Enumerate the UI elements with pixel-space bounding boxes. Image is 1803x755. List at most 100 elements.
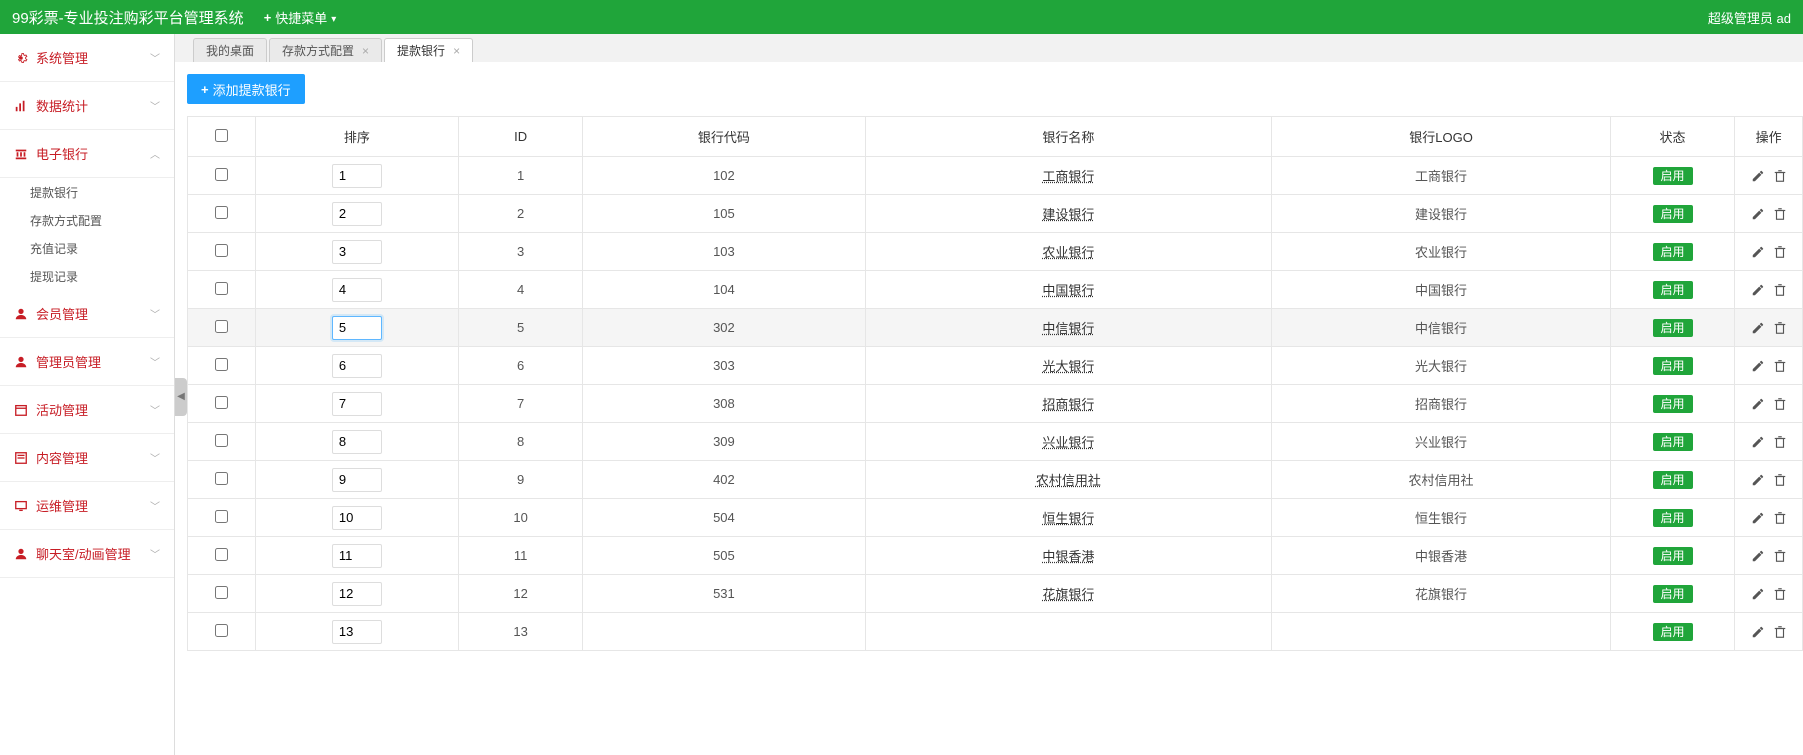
- delete-icon[interactable]: [1773, 321, 1787, 335]
- bank-name-link[interactable]: 中银香港: [1042, 549, 1094, 564]
- bank-name-link[interactable]: 花旗银行: [1042, 587, 1094, 602]
- sort-input[interactable]: [332, 316, 382, 340]
- bank-name-link[interactable]: 中国银行: [1042, 283, 1094, 298]
- cell-id: 5: [459, 309, 583, 347]
- sidebar-group-calendar[interactable]: 活动管理﹀: [0, 386, 174, 434]
- close-icon[interactable]: ×: [362, 44, 369, 58]
- delete-icon[interactable]: [1773, 549, 1787, 563]
- sort-input[interactable]: [332, 354, 382, 378]
- delete-icon[interactable]: [1773, 397, 1787, 411]
- sort-input[interactable]: [332, 430, 382, 454]
- delete-icon[interactable]: [1773, 169, 1787, 183]
- row-checkbox[interactable]: [215, 320, 228, 333]
- add-bank-button[interactable]: 添加提款银行: [187, 74, 305, 104]
- delete-icon[interactable]: [1773, 435, 1787, 449]
- edit-icon[interactable]: [1751, 283, 1765, 297]
- tab-label: 存款方式配置: [282, 42, 354, 59]
- sidebar-group-content[interactable]: 内容管理﹀: [0, 434, 174, 482]
- delete-icon[interactable]: [1773, 587, 1787, 601]
- edit-icon[interactable]: [1751, 207, 1765, 221]
- sidebar-sub-item[interactable]: 提现记录: [0, 262, 174, 290]
- admin-icon: [14, 355, 28, 369]
- row-checkbox[interactable]: [215, 282, 228, 295]
- sort-input[interactable]: [332, 278, 382, 302]
- tab[interactable]: 存款方式配置 ×: [269, 38, 382, 62]
- user-info[interactable]: 超级管理员 ad: [1708, 8, 1791, 27]
- sort-input[interactable]: [332, 202, 382, 226]
- sidebar-group-bank[interactable]: 电子银行︿: [0, 130, 174, 178]
- sort-input[interactable]: [332, 506, 382, 530]
- row-checkbox[interactable]: [215, 396, 228, 409]
- sidebar-group-chart[interactable]: 数据统计﹀: [0, 82, 174, 130]
- status-badge: 启用: [1653, 623, 1693, 641]
- sidebar: 系统管理﹀数据统计﹀电子银行︿提款银行存款方式配置充值记录提现记录会员管理﹀管理…: [0, 34, 175, 755]
- edit-icon[interactable]: [1751, 473, 1765, 487]
- bank-name-link[interactable]: 工商银行: [1042, 169, 1094, 184]
- sidebar-group-admin[interactable]: 管理员管理﹀: [0, 338, 174, 386]
- bank-name-link[interactable]: 农业银行: [1042, 245, 1094, 260]
- bank-name-link[interactable]: 中信银行: [1042, 321, 1094, 336]
- sort-input[interactable]: [332, 392, 382, 416]
- row-checkbox[interactable]: [215, 624, 228, 637]
- cell-logo: 中信银行: [1272, 309, 1611, 347]
- row-checkbox[interactable]: [215, 586, 228, 599]
- row-checkbox[interactable]: [215, 244, 228, 257]
- delete-icon[interactable]: [1773, 359, 1787, 373]
- sidebar-group-ops[interactable]: 运维管理﹀: [0, 482, 174, 530]
- select-all-checkbox[interactable]: [215, 129, 228, 142]
- sidebar-collapse-handle[interactable]: ◀: [175, 378, 187, 416]
- sort-input[interactable]: [332, 582, 382, 606]
- delete-icon[interactable]: [1773, 473, 1787, 487]
- table-header: 银行LOGO: [1272, 117, 1611, 157]
- edit-icon[interactable]: [1751, 549, 1765, 563]
- tab[interactable]: 提款银行×: [384, 38, 473, 62]
- edit-icon[interactable]: [1751, 397, 1765, 411]
- sidebar-sub-item[interactable]: 提款银行: [0, 178, 174, 206]
- row-checkbox[interactable]: [215, 472, 228, 485]
- status-badge: 启用: [1653, 319, 1693, 337]
- delete-icon[interactable]: [1773, 625, 1787, 639]
- bank-name-link[interactable]: 农村信用社: [1036, 473, 1101, 488]
- row-checkbox[interactable]: [215, 168, 228, 181]
- delete-icon[interactable]: [1773, 207, 1787, 221]
- content-panel: 添加提款银行 排序ID银行代码银行名称银行LOGO状态操作 1 102 工商银行…: [175, 62, 1803, 755]
- row-checkbox[interactable]: [215, 510, 228, 523]
- edit-icon[interactable]: [1751, 435, 1765, 449]
- row-checkbox[interactable]: [215, 206, 228, 219]
- delete-icon[interactable]: [1773, 245, 1787, 259]
- quick-menu-label: 快捷菜单: [275, 8, 327, 27]
- quick-menu-button[interactable]: 快捷菜单: [264, 8, 337, 27]
- delete-icon[interactable]: [1773, 283, 1787, 297]
- bank-name-link[interactable]: 兴业银行: [1042, 435, 1094, 450]
- row-checkbox[interactable]: [215, 434, 228, 447]
- sidebar-sub-item[interactable]: 存款方式配置: [0, 206, 174, 234]
- tab[interactable]: 我的桌面: [193, 38, 267, 62]
- bank-name-link[interactable]: 恒生银行: [1042, 511, 1094, 526]
- bank-name-link[interactable]: 建设银行: [1042, 207, 1094, 222]
- row-checkbox[interactable]: [215, 358, 228, 371]
- sidebar-group-chat[interactable]: 聊天室/动画管理﹀: [0, 530, 174, 578]
- edit-icon[interactable]: [1751, 169, 1765, 183]
- caret-down-icon: [331, 10, 336, 25]
- edit-icon[interactable]: [1751, 321, 1765, 335]
- edit-icon[interactable]: [1751, 625, 1765, 639]
- sort-input[interactable]: [332, 164, 382, 188]
- sort-input[interactable]: [332, 620, 382, 644]
- sort-input[interactable]: [332, 468, 382, 492]
- sort-input[interactable]: [332, 240, 382, 264]
- delete-icon[interactable]: [1773, 511, 1787, 525]
- bank-name-link[interactable]: 光大银行: [1042, 359, 1094, 374]
- table-row: 2 105 建设银行 建设银行 启用: [188, 195, 1803, 233]
- sort-input[interactable]: [332, 544, 382, 568]
- edit-icon[interactable]: [1751, 511, 1765, 525]
- edit-icon[interactable]: [1751, 245, 1765, 259]
- bank-name-link[interactable]: 招商银行: [1042, 397, 1094, 412]
- sidebar-sub-item[interactable]: 充值记录: [0, 234, 174, 262]
- sidebar-group-user[interactable]: 会员管理﹀: [0, 290, 174, 338]
- close-icon[interactable]: ×: [453, 44, 460, 58]
- edit-icon[interactable]: [1751, 359, 1765, 373]
- cell-logo: 恒生银行: [1272, 499, 1611, 537]
- edit-icon[interactable]: [1751, 587, 1765, 601]
- row-checkbox[interactable]: [215, 548, 228, 561]
- sidebar-group-gear[interactable]: 系统管理﹀: [0, 34, 174, 82]
